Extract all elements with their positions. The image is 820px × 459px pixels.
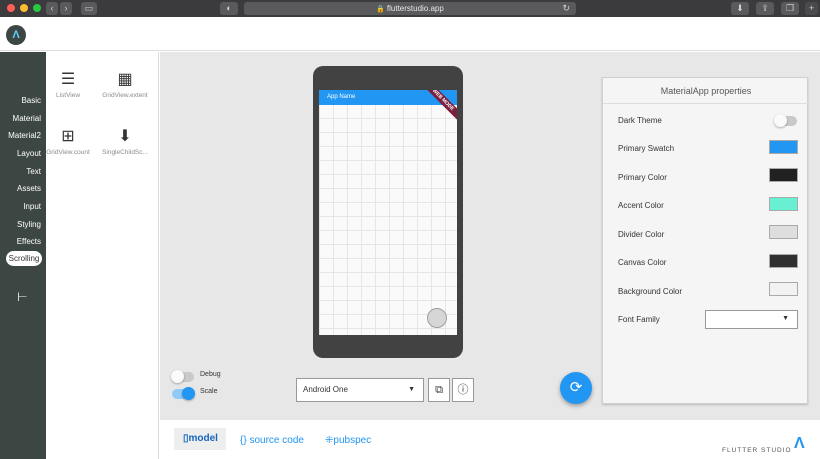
tab-model[interactable]: ▯model <box>174 428 226 450</box>
widget-listview[interactable]: ☰ ListView <box>40 71 96 99</box>
nav-item-assets[interactable]: Assets <box>17 184 41 193</box>
privacy-icon[interactable]: ◐ <box>220 2 238 15</box>
widget-label: GridView.count <box>46 149 90 156</box>
braces-icon: {} <box>240 435 247 446</box>
primary-swatch-color[interactable] <box>769 140 798 154</box>
close-window-button[interactable] <box>7 4 15 12</box>
scale-label: Scale <box>200 388 218 395</box>
rotate-device-button[interactable]: ⧉ <box>428 378 450 402</box>
widget-palette: ☰ ListView ▦ GridView.extent ⊞ GridView.… <box>46 52 159 459</box>
info-button[interactable]: ⓘ <box>452 378 474 402</box>
debug-label: Debug <box>200 371 221 378</box>
font-family-select[interactable]: ▼ <box>705 310 798 329</box>
lock-icon: 🔒 <box>376 6 385 13</box>
widget-label: SingleChildSc... <box>102 149 148 156</box>
tabs-icon[interactable]: ❐ <box>781 2 799 15</box>
nav-item-styling[interactable]: Styling <box>17 220 41 229</box>
maximize-window-button[interactable] <box>33 4 41 12</box>
canvas-color-swatch[interactable] <box>769 254 798 268</box>
category-sidebar: Basic Material Material2 Layout Text Ass… <box>0 52 46 459</box>
flutter-studio-logo[interactable]: Λ <box>6 25 26 45</box>
download-icon[interactable]: ⬇ <box>731 2 749 15</box>
primary-color-label: Primary Color <box>618 173 667 182</box>
grid-count-icon: ⊞ <box>61 128 75 145</box>
phone-screen[interactable]: App Name WEB MODE <box>319 90 457 335</box>
properties-panel: MaterialApp properties Dark Theme Primar… <box>602 77 809 404</box>
background-color-swatch[interactable] <box>769 282 798 296</box>
nav-item-material[interactable]: Material <box>13 114 41 123</box>
bottom-bar: ▯model {} source code ⁜pubspec FLUTTER S… <box>160 420 820 459</box>
list-icon: ☰ <box>60 71 76 88</box>
dark-theme-label: Dark Theme <box>618 116 662 125</box>
forward-icon[interactable]: › <box>60 2 72 15</box>
grid-icon: ▦ <box>117 71 133 88</box>
dark-theme-toggle[interactable] <box>774 114 797 127</box>
tab-pubspec-label: pubspec <box>333 435 372 446</box>
canvas-color-label: Canvas Color <box>618 258 667 267</box>
phone-preview: App Name WEB MODE <box>313 66 463 358</box>
arrow-down-icon: ⬇ <box>118 128 132 145</box>
accent-color-label: Accent Color <box>618 201 664 210</box>
font-family-label: Font Family <box>618 315 660 324</box>
info-icon: ⓘ <box>457 384 469 396</box>
debug-toggle[interactable] <box>171 370 194 383</box>
nav-item-input[interactable]: Input <box>23 202 41 211</box>
back-icon[interactable]: ‹ <box>46 2 58 15</box>
device-select-value: Android One <box>303 385 348 394</box>
design-canvas: App Name WEB MODE Debug Scale Android On… <box>160 52 820 420</box>
brand-text: FLUTTER STUDIO <box>722 447 792 454</box>
reload-icon[interactable]: ↻ <box>562 2 570 15</box>
nav-item-material2[interactable]: Material2 <box>8 131 41 140</box>
plus-icon[interactable]: + <box>805 2 818 15</box>
widget-label: ListView <box>55 92 81 99</box>
primary-color-swatch[interactable] <box>769 168 798 182</box>
tab-model-label: model <box>188 433 218 444</box>
widget-tree-icon[interactable]: ⊢ <box>17 290 27 304</box>
address-bar[interactable]: 🔒 flutterstudio.app ↻ <box>244 2 576 15</box>
widget-gridview-count[interactable]: ⊞ GridView.count <box>40 128 96 156</box>
divider-color-label: Divider Color <box>618 230 665 239</box>
tab-source-code[interactable]: {} source code <box>240 435 304 446</box>
nav-item-layout[interactable]: Layout <box>17 149 41 158</box>
caret-down-icon: ▼ <box>782 315 789 322</box>
url-text: flutterstudio.app <box>386 4 444 13</box>
preview-app-name: App Name <box>327 94 356 100</box>
background-color-label: Background Color <box>618 287 683 296</box>
widget-label: GridView.extent <box>102 92 148 99</box>
scale-toggle[interactable] <box>172 387 195 400</box>
refresh-icon: ⟳ <box>569 379 583 396</box>
nav-item-scrolling[interactable]: Scrolling <box>6 251 42 266</box>
widget-gridview-extent[interactable]: ▦ GridView.extent <box>97 71 153 99</box>
device-select[interactable]: Android One ▼ <box>296 378 424 402</box>
preview-fab[interactable] <box>427 308 447 328</box>
nav-item-effects[interactable]: Effects <box>17 237 41 246</box>
rotate-icon: ⧉ <box>435 384 443 396</box>
primary-swatch-label: Primary Swatch <box>618 144 675 153</box>
divider-color-swatch[interactable] <box>769 225 798 239</box>
app-header: Λ <box>0 17 820 51</box>
refresh-button[interactable]: ⟳ <box>560 372 592 404</box>
widget-singlechildscrollview[interactable]: ⬇ SingleChildSc... <box>97 128 153 156</box>
divider <box>603 103 809 104</box>
browser-toolbar: ‹ › ▭ ◐ 🔒 flutterstudio.app ↻ ⬇ ⇪ ❐ + <box>0 0 820 17</box>
accent-color-swatch[interactable] <box>769 197 798 211</box>
share-icon[interactable]: ⇪ <box>756 2 774 15</box>
tab-source-label: source code <box>249 435 304 446</box>
properties-title: MaterialApp properties <box>660 86 752 96</box>
nav-item-text[interactable]: Text <box>26 167 41 176</box>
tab-pubspec[interactable]: ⁜pubspec <box>325 435 371 446</box>
nav-item-basic[interactable]: Basic <box>21 96 41 105</box>
minimize-window-button[interactable] <box>20 4 28 12</box>
flutter-studio-logo: Λ <box>794 435 805 452</box>
sidebar-icon[interactable]: ▭ <box>81 2 97 15</box>
caret-down-icon: ▼ <box>408 386 415 393</box>
